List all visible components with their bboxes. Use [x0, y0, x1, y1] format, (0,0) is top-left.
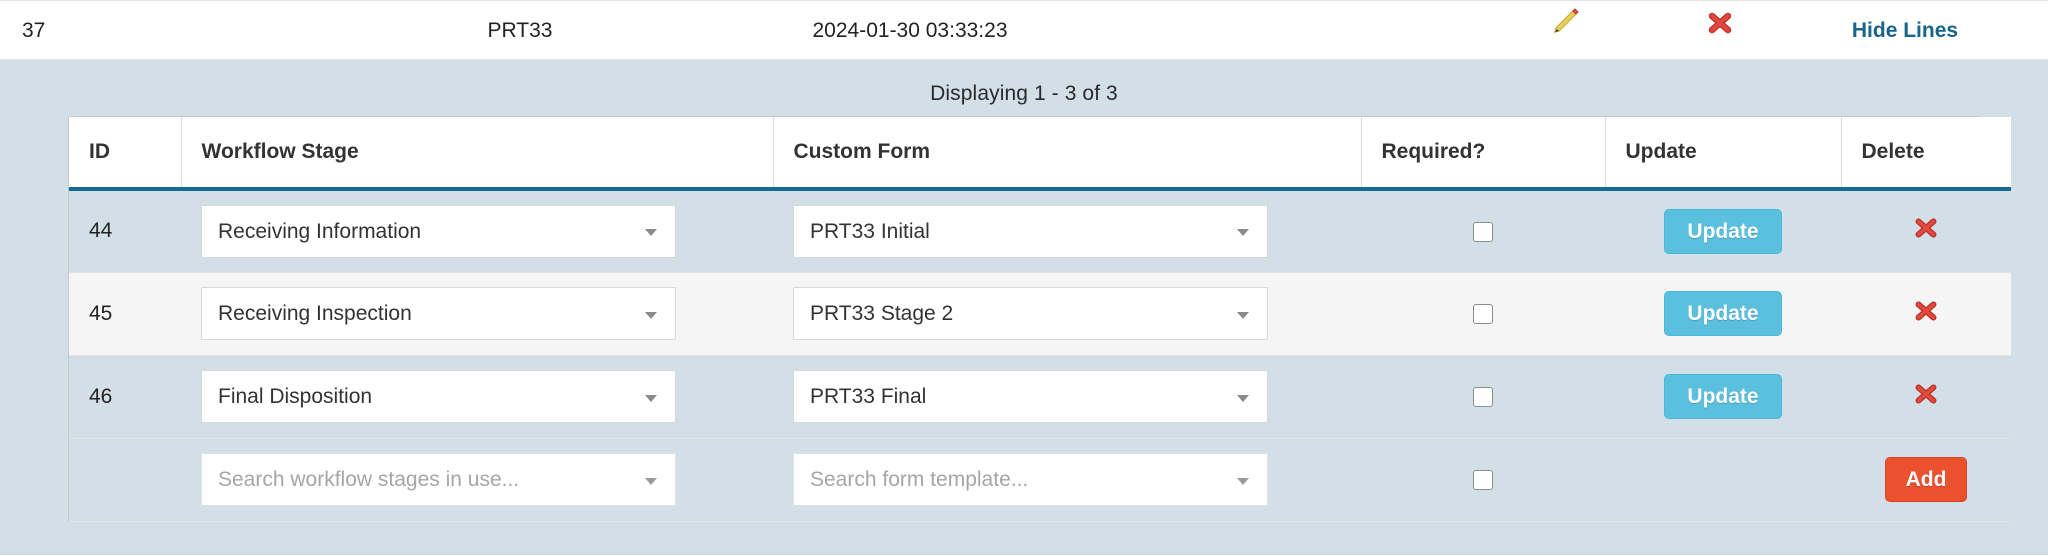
chevron-down-icon: [645, 229, 657, 237]
cell-required: [1361, 355, 1605, 439]
parent-record-row: 37 PRT33 2024-01-30 03:33:23 Hide Lines: [0, 0, 2048, 60]
workflow-stage-select[interactable]: Receiving Inspection: [201, 287, 676, 340]
cell-id-empty: [69, 438, 181, 522]
cell-update-empty: [1605, 438, 1841, 522]
workflow-stage-search-select[interactable]: Search workflow stages in use...: [201, 453, 676, 506]
column-header-id: ID: [69, 117, 182, 191]
cell-delete: [1841, 355, 2011, 439]
update-button[interactable]: Update: [1664, 291, 1782, 336]
custom-form-value: PRT33 Stage 2: [810, 302, 954, 325]
cell-workflow-stage: Receiving Information: [181, 189, 773, 273]
workflow-stage-placeholder: Search workflow stages in use...: [218, 468, 520, 491]
workflow-stage-value: Final Disposition: [218, 385, 373, 408]
edit-record-button[interactable]: [1520, 1, 1610, 61]
workflow-stage-grid: ID Workflow Stage Custom Form Required? …: [68, 116, 2011, 522]
cell-add: Add: [1841, 438, 2011, 522]
column-header-delete: Delete: [1841, 117, 2011, 191]
table-row: 44 Receiving Information PRT33 Initial U…: [69, 189, 2011, 273]
cell-update: Update: [1605, 355, 1841, 439]
cell-custom-form: PRT33 Initial: [773, 189, 1361, 273]
cell-required-new: [1361, 438, 1605, 522]
parent-id-cell: 37: [22, 19, 46, 42]
required-checkbox[interactable]: [1473, 469, 1493, 490]
custom-form-select[interactable]: PRT33 Initial: [793, 204, 1268, 258]
delete-row-button[interactable]: [1913, 215, 1939, 247]
column-header-required: Required?: [1361, 117, 1606, 191]
new-entry-row: Search workflow stages in use... Search …: [69, 438, 2011, 522]
required-checkbox[interactable]: [1473, 221, 1493, 242]
red-x-icon: [1706, 1, 1734, 61]
delete-row-button[interactable]: [1913, 298, 1939, 330]
parent-name-cell: PRT33: [487, 19, 553, 42]
workflow-stage-select[interactable]: Receiving Information: [201, 204, 676, 258]
table-row: 45 Receiving Inspection PRT33 Stage 2 Up…: [69, 272, 2011, 356]
workflow-stage-select[interactable]: Final Disposition: [201, 370, 676, 423]
column-header-update: Update: [1605, 117, 1842, 191]
chevron-down-icon: [1237, 229, 1249, 237]
chevron-down-icon: [645, 311, 657, 319]
grid-header-row: ID Workflow Stage Custom Form Required? …: [69, 117, 2011, 191]
cell-workflow-stage-new: Search workflow stages in use...: [181, 438, 773, 522]
cell-custom-form-new: Search form template...: [773, 438, 1361, 522]
cell-id: 44: [69, 189, 181, 273]
cell-workflow-stage: Receiving Inspection: [181, 272, 773, 356]
cell-required: [1361, 272, 1605, 356]
chevron-down-icon: [645, 477, 657, 485]
required-checkbox[interactable]: [1473, 386, 1493, 407]
column-header-custom-form: Custom Form: [773, 117, 1362, 191]
chevron-down-icon: [1237, 477, 1249, 485]
cell-workflow-stage: Final Disposition: [181, 355, 773, 439]
cell-update: Update: [1605, 189, 1841, 273]
required-checkbox[interactable]: [1473, 303, 1493, 324]
custom-form-value: PRT33 Final: [810, 385, 927, 408]
chevron-down-icon: [645, 394, 657, 402]
custom-form-select[interactable]: PRT33 Final: [793, 370, 1268, 423]
column-header-workflow-stage: Workflow Stage: [181, 117, 774, 191]
cell-required: [1361, 189, 1605, 273]
parent-date-cell: 2024-01-30 03:33:23: [812, 19, 1008, 42]
delete-row-button[interactable]: [1913, 381, 1939, 413]
cell-custom-form: PRT33 Final: [773, 355, 1361, 439]
update-button[interactable]: Update: [1664, 208, 1782, 254]
custom-form-select[interactable]: PRT33 Stage 2: [793, 287, 1268, 340]
cell-id: 45: [69, 272, 181, 356]
cell-delete: [1841, 272, 2011, 356]
hide-lines-link[interactable]: Hide Lines: [1790, 1, 2020, 61]
delete-record-button[interactable]: [1675, 1, 1765, 61]
update-button[interactable]: Update: [1664, 374, 1782, 419]
custom-form-placeholder: Search form template...: [810, 468, 1029, 491]
cell-update: Update: [1605, 272, 1841, 356]
cell-custom-form: PRT33 Stage 2: [773, 272, 1361, 356]
table-row: 46 Final Disposition PRT33 Final Update: [69, 355, 2011, 439]
custom-form-value: PRT33 Initial: [810, 219, 930, 243]
cell-delete: [1841, 189, 2011, 273]
cell-id: 46: [69, 355, 181, 439]
displaying-count-label: Displaying 1 - 3 of 3: [930, 82, 1118, 105]
add-button[interactable]: Add: [1884, 457, 1968, 502]
workflow-stage-value: Receiving Information: [218, 219, 422, 243]
chevron-down-icon: [1237, 311, 1249, 319]
chevron-down-icon: [1237, 394, 1249, 402]
custom-form-search-select[interactable]: Search form template...: [793, 453, 1268, 506]
detail-panel: Displaying 1 - 3 of 3 ID Workflow Stage …: [0, 60, 2048, 555]
workflow-stage-value: Receiving Inspection: [218, 302, 412, 325]
pencil-icon: [1549, 1, 1581, 61]
